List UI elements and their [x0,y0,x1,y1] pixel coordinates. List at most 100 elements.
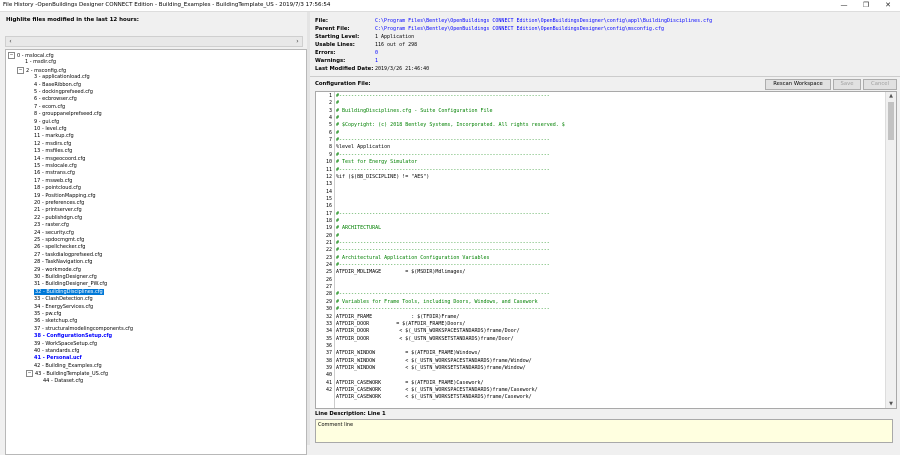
code-line[interactable]: # [336,218,339,225]
cancel-button[interactable]: Cancel [863,79,897,90]
tree-item[interactable]: 23 - raster.cfg [34,222,69,229]
tree-item[interactable]: 14 - msgeocoord.cfg [34,156,85,163]
tree-item[interactable]: 15 - mslocale.cfg [34,163,77,170]
tree-item[interactable]: 1 - msdir.cfg [25,59,56,66]
tree-item[interactable]: 28 - TaskNavigation.cfg [34,259,92,266]
code-area[interactable]: #---------------------------------------… [336,92,884,408]
parent-file-path[interactable]: C:\Program Files\Bentley\OpenBuildings C… [375,26,664,32]
tree-item[interactable]: −0 - msIocal.cfg [8,52,54,59]
scroll-right-icon[interactable]: › [293,37,302,46]
code-line[interactable]: # [336,130,339,137]
collapse-icon[interactable]: − [17,66,24,74]
scroll-thumb[interactable] [888,102,894,140]
warnings-label: Warnings: [315,58,346,64]
tree-item[interactable]: 21 - printserver.cfg [34,207,82,214]
code-line[interactable]: # [336,115,339,122]
tree-item[interactable]: 40 - standards.cfg [34,348,79,355]
code-line[interactable]: # [336,100,339,107]
close-button[interactable]: ✕ [880,1,896,10]
tree-item[interactable]: 5 - dockingprefseed.cfg [34,89,93,96]
code-line[interactable]: ATFDIR_MDLIMAGE = $(MSDIR)Mdlimages/ [336,269,465,276]
collapse-icon[interactable]: − [8,52,15,59]
tree-item[interactable]: 4 - BaseRibbon.cfg [34,82,81,89]
horizontal-scrollbar[interactable]: ‹ › [5,36,303,47]
code-line[interactable]: %if ($(BB_DISCIPLINE) != "AES") [336,174,429,181]
code-line[interactable]: ATFDIR_WINDOW = $(ATFDIR_FRAME)Windows/ [336,350,481,357]
tree-item[interactable]: 27 - taskdialogprefseed.cfg [34,252,102,259]
tree-item[interactable]: 3 - applicationload.cfg [34,74,90,81]
tree-item[interactable]: 31 - BuildingDesigner_PW.cfg [34,281,107,288]
tree-item[interactable]: 11 - markup.cfg [34,133,74,140]
maximize-button[interactable]: ❐ [858,1,874,10]
code-line[interactable]: ATFDIR_CASEWORK < $(_USTN_WORKSPACESTAND… [336,387,538,394]
code-line[interactable]: #---------------------------------------… [336,211,550,218]
tree-item[interactable]: −43 - BuildingTemplate_US.cfg [26,370,108,378]
save-button[interactable]: Save [833,79,861,90]
tree-item[interactable]: −2 - msconfig.cfg [17,66,66,74]
code-line[interactable]: ATFDIR_DOOR = $(ATFDIR_FRAME)Doors/ [336,321,465,328]
code-line[interactable]: #---------------------------------------… [336,247,550,254]
tree-item[interactable]: 22 - publishdgn.cfg [34,215,82,222]
code-line[interactable]: # Architectural Application Configuratio… [336,255,490,262]
code-line[interactable]: ATFDIR_FRAME : $(TFDIR)Frame/ [336,314,459,321]
tree-item[interactable]: 39 - WorkSpaceSetup.cfg [34,341,97,348]
code-line[interactable]: #---------------------------------------… [336,262,550,269]
code-line[interactable]: ATFDIR_CASEWORK < $(_USTN_WORKSETSTANDAR… [336,394,532,401]
tree-item[interactable]: 10 - level.cfg [34,126,67,133]
code-line[interactable]: #---------------------------------------… [336,137,550,144]
tree-item[interactable]: 33 - ClashDetection.cfg [34,296,93,303]
code-line[interactable]: #---------------------------------------… [336,93,550,100]
tree-item[interactable]: 9 - gui.cfg [34,119,59,126]
tree-item[interactable]: 24 - security.cfg [34,230,74,237]
tree-item[interactable]: 34 - EnergyServices.cfg [34,304,93,311]
code-line[interactable]: %level Application [336,144,390,151]
scroll-left-icon[interactable]: ‹ [6,37,15,46]
tree-item[interactable]: 17 - msweb.cfg [34,178,72,185]
minimize-button[interactable]: — [836,1,852,10]
code-line[interactable]: #---------------------------------------… [336,167,550,174]
tree-item[interactable]: 8 - grouppanelprefseed.cfg [34,111,102,118]
collapse-icon[interactable]: − [26,370,33,378]
tree-item[interactable]: 16 - mstrans.cfg [34,170,75,177]
code-line[interactable]: ATFDIR_CASEWORK = $(ATFDIR_FRAME)Casewor… [336,380,484,387]
code-line[interactable]: #---------------------------------------… [336,306,550,313]
code-line[interactable]: ATFDIR_WINDOW < $(_USTN_WORKSETSTANDARDS… [336,365,526,372]
code-line[interactable]: # ARCHITECTURAL [336,225,381,232]
tree-item[interactable]: 25 - spdocmgmt.cfg [34,237,84,244]
tree-item[interactable]: 12 - msdirs.cfg [34,141,71,148]
tree-item[interactable]: 37 - structuralmodelingcomponents.cfg [34,326,133,333]
tree-item[interactable]: 44 - Dataset.cfg [43,378,83,385]
tree-item[interactable]: 41 - Personal.ucf [34,355,82,362]
tree-item[interactable]: 6 - ecbrowser.cfg [34,96,77,103]
tree-item[interactable]: 32 - BuildingDisciplines.cfg [34,288,104,296]
tree-item[interactable]: 30 - BuildingDesigner.cfg [34,274,97,281]
tree-item[interactable]: 20 - preferences.cfg [34,200,84,207]
tree-item[interactable]: 35 - pw.cfg [34,311,61,318]
tree-item[interactable]: 38 - ConfigurationSetup.cfg [34,333,112,340]
code-line[interactable]: # Variables for Frame Tools, including D… [336,299,538,306]
scroll-up-icon[interactable]: ▲ [886,92,896,100]
tree-item[interactable]: 19 - PositionMapping.cfg [34,193,96,200]
tree-item[interactable]: 7 - ecom.cfg [34,104,65,111]
code-line[interactable]: ATFDIR_DOOR < $(_USTN_WORKSETSTANDARDS)f… [336,336,514,343]
config-editor[interactable]: 1 2 3 4 5 6 7 8 9 10 11 12 13 14 15 16 17 18 19 20 21 22 23 24 2… [315,91,897,409]
code-line[interactable]: #---------------------------------------… [336,291,550,298]
code-line[interactable]: ATFDIR_WINDOW < $(_USTN_WORKSPACESTANDAR… [336,358,532,365]
code-line[interactable]: # Test for Energy Simulator [336,159,417,166]
code-line[interactable]: #---------------------------------------… [336,240,550,247]
tree-item[interactable]: 13 - msfiles.cfg [34,148,72,155]
rescan-workspace-button[interactable]: Rescan Workspace [765,79,831,90]
vertical-scrollbar[interactable]: ▲ ▼ [885,92,896,408]
file-tree[interactable]: −0 - msIocal.cfg 1 - msdir.cfg −2 - msconf… [5,49,307,455]
tree-item[interactable]: 29 - workmode.cfg [34,267,81,274]
code-line[interactable]: # [336,233,339,240]
code-line[interactable]: # BuildingDisciplines.cfg - Suite Config… [336,108,493,115]
code-line[interactable]: #---------------------------------------… [336,152,550,159]
code-line[interactable]: ATFDIR_DOOR < $(_USTN_WORKSPACESTANDARDS… [336,328,520,335]
code-line[interactable]: # $Copyright: (c) 2018 Bentley Systems, … [336,122,565,129]
tree-item[interactable]: 26 - spellchecker.cfg [34,244,85,251]
tree-item[interactable]: 18 - pointcloud.cfg [34,185,81,192]
tree-item[interactable]: 42 - Building_Examples.cfg [34,363,102,370]
scroll-down-icon[interactable]: ▼ [886,400,896,408]
tree-item[interactable]: 36 - sketchup.cfg [34,318,77,325]
